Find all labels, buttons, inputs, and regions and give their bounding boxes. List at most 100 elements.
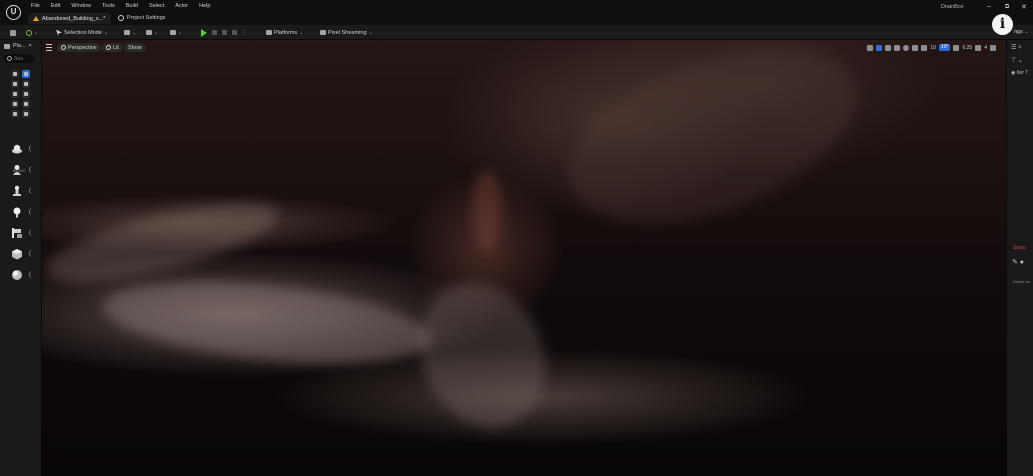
volumes-category-icon[interactable] <box>11 100 19 108</box>
show-dropdown[interactable]: Show <box>124 43 146 52</box>
close-button[interactable]: ✕ <box>1021 3 1027 11</box>
camera-speed-value[interactable]: 4 <box>984 45 987 51</box>
filter-icon[interactable]: ⊤ ⌄ <box>1011 57 1023 64</box>
grid-snap-icon[interactable] <box>921 44 928 51</box>
actor-item-pawn[interactable]: ( <box>10 182 38 200</box>
actor-item-character[interactable]: ( <box>10 161 38 179</box>
source-control-button[interactable]: ⌄ <box>26 28 38 37</box>
chevron-down-icon: ⌄ <box>154 29 159 36</box>
motion-blur-streak <box>472 170 502 250</box>
actor-item-empty-actor[interactable]: ( <box>10 140 38 158</box>
menu-help[interactable]: Help <box>199 3 210 9</box>
shapes-category-icon[interactable] <box>11 110 19 118</box>
select-mode-icon[interactable] <box>867 44 874 51</box>
info-icon[interactable]: i <box>992 14 1013 35</box>
platforms-dropdown[interactable]: Platforms ⌄ <box>266 28 303 37</box>
play-button[interactable] <box>201 28 207 37</box>
step-icon[interactable] <box>212 30 217 35</box>
recent-category-icon[interactable] <box>11 70 19 78</box>
add-content-button[interactable]: ⌄ <box>124 28 136 37</box>
scale-icon[interactable] <box>894 44 901 51</box>
minimize-button[interactable]: – <box>987 3 991 10</box>
details-empty-label: Select an <box>1013 279 1030 284</box>
basic-category-icon[interactable] <box>22 70 30 78</box>
chevron-down-icon: ⌄ <box>34 29 39 36</box>
actor-item-player-start[interactable]: ( <box>10 224 38 242</box>
camera-speed-icon[interactable] <box>975 44 982 51</box>
chevron-down-icon: ⌄ <box>178 29 183 36</box>
tab-level[interactable]: Abandoned_Building_x...* <box>28 13 112 24</box>
cinematics-button[interactable]: ⌄ <box>170 28 182 37</box>
menu-actor[interactable]: Actor <box>175 3 188 9</box>
close-icon[interactable]: × <box>29 43 32 49</box>
lights-category-icon[interactable] <box>11 80 19 88</box>
save-button[interactable] <box>10 28 16 37</box>
tab-place-actors[interactable]: Pla... × <box>4 43 32 49</box>
pixel-streaming-icon <box>320 30 326 35</box>
actor-item-label: ( <box>29 146 31 152</box>
cinematic-category-icon[interactable] <box>22 80 30 88</box>
save-icon <box>10 29 16 36</box>
motion-blur-streak <box>395 261 569 449</box>
actors-category-icon[interactable] <box>22 110 30 118</box>
title-bar: U File Edit Window Tools Build Select Ac… <box>0 0 1033 25</box>
viewport-options-button[interactable] <box>46 44 52 51</box>
translate-icon[interactable] <box>876 44 883 51</box>
search-input[interactable]: Sea <box>4 54 34 63</box>
selection-mode-dropdown[interactable]: Selection Mode ⌄ <box>56 28 108 37</box>
scale-snap-value[interactable]: 0.25 <box>962 45 972 51</box>
level-viewport[interactable]: Perspective Lit Show 10 10° 0.25 4 <box>42 40 1006 476</box>
menu-tools[interactable]: Tools <box>102 3 115 9</box>
maximize-viewport-icon[interactable] <box>990 44 996 51</box>
grid-snap-value[interactable]: 10 <box>930 45 936 51</box>
eject-icon[interactable] <box>232 30 237 35</box>
place-actors-icon <box>4 43 10 49</box>
tab-project-settings[interactable]: Project Settings <box>118 15 166 21</box>
pixel-streaming-dropdown[interactable]: Pixel Streaming ⌄ <box>320 28 373 37</box>
all-classes-category-icon[interactable] <box>22 100 30 108</box>
geometry-category-icon[interactable] <box>22 90 30 98</box>
details-menu-icon[interactable]: ☰ × <box>1011 44 1022 51</box>
details-filter-label: Iter T <box>1016 70 1029 76</box>
actor-item-label: ( <box>29 209 31 215</box>
tab-project-settings-label: Project Settings <box>127 15 166 21</box>
player-start-icon <box>10 227 23 240</box>
blueprint-icon <box>146 30 152 35</box>
details-filter[interactable]: ◉ Iter T <box>1011 70 1028 76</box>
rotate-icon[interactable] <box>885 44 892 51</box>
selection-mode-label: Selection Mode <box>64 29 102 36</box>
menu-build[interactable]: Build <box>126 3 138 9</box>
play-controls: ⋮ <box>212 28 247 37</box>
world-space-icon[interactable] <box>903 44 910 51</box>
select-icon <box>56 29 62 36</box>
scale-snap-icon[interactable] <box>953 44 960 51</box>
surface-snap-icon[interactable] <box>912 44 919 51</box>
point-light-icon <box>10 206 23 219</box>
stop-icon[interactable] <box>222 30 227 35</box>
unreal-logo-icon[interactable]: U <box>6 5 21 20</box>
menu-edit[interactable]: Edit <box>51 3 60 9</box>
actor-item-label: ( <box>29 230 31 236</box>
actor-item-sphere[interactable]: ( <box>10 266 38 284</box>
lit-label: Lit <box>113 44 119 51</box>
settings-dropdown[interactable]: ngs ⌄ <box>1014 29 1029 35</box>
settings-label: ngs <box>1014 29 1023 35</box>
more-options-icon[interactable]: ⋮ <box>242 30 247 36</box>
pencil-icon[interactable]: ✎ ● <box>1012 258 1024 266</box>
actor-item-label: ( <box>29 251 31 257</box>
menu-window[interactable]: Window <box>71 3 91 9</box>
source-control-icon <box>26 29 32 36</box>
perspective-dropdown[interactable]: Perspective <box>57 43 101 52</box>
restore-button[interactable]: ⧉ <box>1005 4 1009 11</box>
visual-effects-category-icon[interactable] <box>11 90 19 98</box>
clapper-icon <box>170 30 176 35</box>
platforms-icon <box>266 30 272 35</box>
platforms-label: Platforms <box>274 29 298 36</box>
view-mode-dropdown[interactable]: Lit <box>102 43 123 52</box>
menu-select[interactable]: Select <box>149 3 164 9</box>
rotation-snap-value[interactable]: 10° <box>938 44 951 51</box>
actor-item-cube[interactable]: ( <box>10 245 38 263</box>
actor-item-point-light[interactable]: ( <box>10 203 38 221</box>
blueprints-button[interactable]: ⌄ <box>146 28 158 37</box>
menu-file[interactable]: File <box>31 3 40 9</box>
